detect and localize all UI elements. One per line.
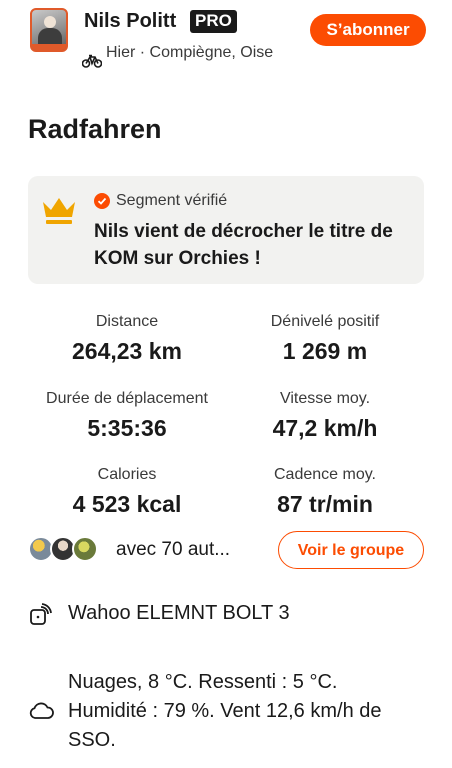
- group-row: avec 70 aut... Voir le groupe: [28, 531, 424, 571]
- stat-value: 1 269 m: [282, 338, 368, 364]
- activity-title: Radfahren: [28, 114, 162, 144]
- stat-label: Calories: [97, 466, 157, 483]
- stat-moving-time: Durée de déplacement 5:35:36: [28, 389, 226, 442]
- weather-text: Nuages, 8 °C. Ressenti : 5 °C. Humidité …: [68, 671, 382, 751]
- stat-value: 47,2 km/h: [272, 415, 378, 441]
- bike-icon: [82, 54, 102, 68]
- stat-label: Durée de déplacement: [46, 390, 208, 407]
- stat-distance: Distance 264,23 km: [28, 312, 226, 365]
- activity-meta: Hier · Compiègne, Oise: [106, 44, 274, 61]
- stat-avg-speed: Vitesse moy. 47,2 km/h: [226, 389, 424, 442]
- cloud-icon: [29, 702, 54, 719]
- stat-value: 4 523 kcal: [72, 491, 182, 517]
- subscribe-button[interactable]: S’abonner: [310, 14, 426, 46]
- stat-value: 87 tr/min: [277, 491, 373, 517]
- watch-icon: [30, 603, 52, 625]
- stat-cadence: Cadence moy. 87 tr/min: [226, 465, 424, 518]
- athlete-avatar[interactable]: [30, 8, 68, 52]
- pro-badge: PRO: [190, 10, 237, 33]
- crown-icon: [43, 198, 75, 224]
- view-group-button[interactable]: Voir le groupe: [278, 531, 424, 569]
- stat-label: Cadence moy.: [274, 466, 376, 483]
- stat-label: Vitesse moy.: [279, 390, 371, 407]
- verified-icon: [94, 193, 110, 209]
- segment-card[interactable]: Segment vérifié Nils vient de décrocher …: [28, 176, 424, 284]
- stat-calories: Calories 4 523 kcal: [28, 465, 226, 518]
- stat-value: 264,23 km: [72, 338, 182, 364]
- group-avatar[interactable]: [72, 536, 98, 562]
- segment-label: Segment vérifié: [116, 192, 228, 209]
- stat-value: 5:35:36: [87, 415, 167, 441]
- activity-header: Nils Politt PRO Hier · Compiègne, Oise S…: [30, 8, 430, 88]
- athlete-name[interactable]: Nils Politt: [84, 10, 176, 33]
- group-others-text[interactable]: avec 70 aut...: [116, 539, 230, 561]
- device-row: Wahoo ELEMNT BOLT 3: [28, 600, 424, 628]
- stat-label: Dénivelé positif: [270, 313, 380, 330]
- stat-label: Distance: [95, 313, 159, 330]
- device-name: Wahoo ELEMNT BOLT 3: [68, 602, 290, 624]
- segment-text: Nils vient de décrocher le titre de KOM …: [94, 221, 393, 269]
- stat-elevation: Dénivelé positif 1 269 m: [226, 312, 424, 365]
